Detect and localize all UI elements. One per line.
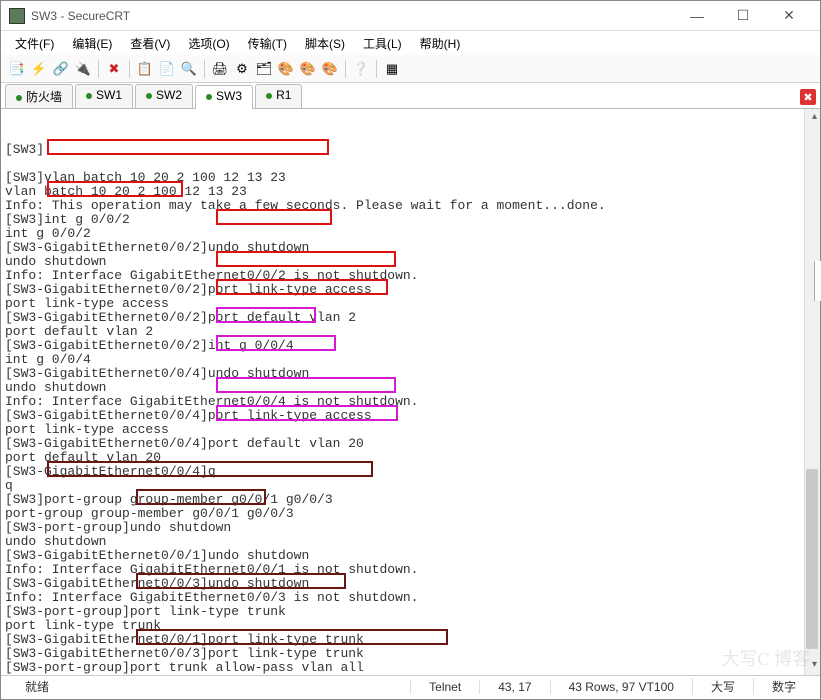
terminal-output[interactable]: [SW3] [SW3]vlan batch 10 20 2 100 12 13 … — [1, 109, 820, 675]
session-manager-icon[interactable]: 📑 — [7, 59, 27, 79]
properties-icon[interactable]: 🗂 — [254, 59, 274, 79]
window-title: SW3 - SecureCRT — [31, 9, 674, 23]
cancel-icon[interactable]: ✖ — [104, 59, 124, 79]
scroll-up-icon[interactable]: ▴ — [812, 111, 817, 125]
menu-view[interactable]: 查看(V) — [122, 33, 178, 54]
separator-icon — [129, 60, 130, 78]
separator-icon — [204, 60, 205, 78]
help-icon[interactable]: ❔ — [351, 59, 371, 79]
status-bar: 就绪 Telnet 43, 17 43 Rows, 97 VT100 大写 数字 — [1, 675, 820, 697]
close-button[interactable]: ✕ — [766, 2, 812, 30]
menu-help[interactable]: 帮助(H) — [412, 33, 469, 54]
tab-sw3[interactable]: SW3 — [195, 85, 253, 109]
print-icon[interactable]: 🖨 — [210, 59, 230, 79]
tab-sw2[interactable]: SW2 — [135, 84, 193, 108]
maximize-button[interactable]: ☐ — [720, 2, 766, 30]
status-cursor: 43, 17 — [479, 680, 549, 694]
connected-indicator-icon — [266, 93, 272, 99]
options-icon[interactable]: ▦ — [382, 59, 402, 79]
tab-bar: 防火墙SW1SW2SW3R1 ✖ — [1, 83, 820, 109]
quick-connect-icon[interactable]: ⚡ — [29, 59, 49, 79]
menu-edit[interactable]: 编辑(E) — [64, 33, 120, 54]
app-icon — [9, 8, 25, 24]
connected-indicator-icon — [206, 94, 212, 100]
reconnect-icon[interactable]: 🔗 — [51, 59, 71, 79]
find-icon[interactable]: 🔍 — [179, 59, 199, 79]
minimize-button[interactable]: — — [674, 2, 720, 30]
toolbar: 📑 ⚡ 🔗 🔌 ✖ 📋 📄 🔍 🖨 ⚙ 🗂 🎨 🎨 🎨 ❔ ▦ — [1, 55, 820, 83]
disconnect-icon[interactable]: 🔌 — [73, 59, 93, 79]
status-num: 数字 — [753, 678, 814, 695]
scrollbar-thumb[interactable] — [806, 469, 818, 649]
scroll-down-icon[interactable]: ▾ — [812, 659, 817, 673]
title-bar: SW3 - SecureCRT — ☐ ✕ — [1, 1, 820, 31]
status-caps: 大写 — [692, 678, 753, 695]
connected-indicator-icon — [86, 93, 92, 99]
palette-icon[interactable]: 🎨 — [276, 59, 296, 79]
menu-file[interactable]: 文件(F) — [7, 33, 62, 54]
palette2-icon[interactable]: 🎨 — [298, 59, 318, 79]
scrollbar[interactable]: ▴ ▾ — [804, 109, 820, 675]
menu-tools[interactable]: 工具(L) — [355, 33, 410, 54]
menu-bar: 文件(F) 编辑(E) 查看(V) 选项(O) 传输(T) 脚本(S) 工具(L… — [1, 31, 820, 55]
menu-transfer[interactable]: 传输(T) — [240, 33, 295, 54]
status-size: 43 Rows, 97 VT100 — [550, 680, 692, 694]
copy-icon[interactable]: 📋 — [135, 59, 155, 79]
palette3-icon[interactable]: 🎨 — [320, 59, 340, 79]
status-protocol: Telnet — [410, 680, 479, 694]
menu-options[interactable]: 选项(O) — [180, 33, 237, 54]
side-artifact — [814, 261, 821, 301]
menu-script[interactable]: 脚本(S) — [297, 33, 353, 54]
tab-防火墙[interactable]: 防火墙 — [5, 84, 73, 108]
settings-icon[interactable]: ⚙ — [232, 59, 252, 79]
tab-sw1[interactable]: SW1 — [75, 84, 133, 108]
separator-icon — [376, 60, 377, 78]
separator-icon — [98, 60, 99, 78]
separator-icon — [345, 60, 346, 78]
close-tab-icon[interactable]: ✖ — [800, 89, 816, 105]
status-ready: 就绪 — [7, 678, 127, 695]
connected-indicator-icon — [146, 93, 152, 99]
connected-indicator-icon — [16, 95, 22, 101]
tab-r1[interactable]: R1 — [255, 84, 302, 108]
paste-icon[interactable]: 📄 — [157, 59, 177, 79]
